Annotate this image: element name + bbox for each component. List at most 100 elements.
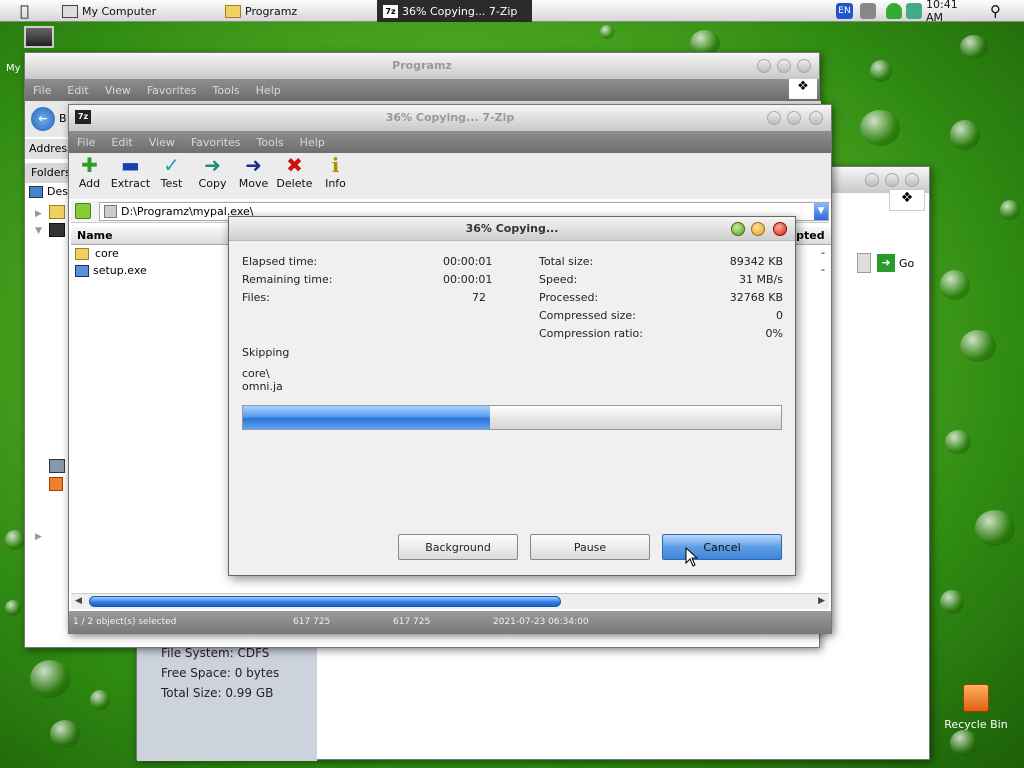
windows-logo-icon: ❖ [789, 79, 817, 99]
info-button[interactable]: i Info [315, 153, 356, 199]
computer-icon [62, 4, 78, 18]
minimize-button[interactable] [757, 59, 771, 73]
check-icon: ✓ [163, 153, 180, 177]
progress-bar [242, 405, 782, 430]
7zip-icon: 7z [383, 4, 398, 18]
elapsed-time-label: Elapsed time: [242, 255, 318, 268]
processed-label: Processed: [539, 291, 599, 304]
window-titlebar: 7z 36% Copying... 7-Zip [69, 105, 831, 131]
taskbar-item-7zip[interactable]: 7z 36% Copying... 7-Zip [377, 0, 532, 22]
menu-view[interactable]: View [97, 84, 139, 97]
window-title: 36% Copying... 7-Zip [385, 111, 515, 124]
desktop-icon-label: My [6, 63, 21, 74]
info-icon: i [331, 153, 340, 177]
scroll-left-icon[interactable]: ◀ [75, 596, 82, 606]
search-icon[interactable]: ⚲ [990, 0, 1008, 22]
compression-ratio-value: 0% [765, 327, 783, 340]
taskbar:  My Computer Programz 7z 36% Copying...… [0, 0, 1024, 24]
status-packed-size: 617 725 [393, 617, 431, 627]
network-icon[interactable] [906, 3, 922, 19]
scroll-right-icon[interactable]: ▶ [818, 596, 825, 606]
total-size-value: 89342 KB [729, 255, 783, 268]
cancel-button[interactable]: Cancel [662, 534, 782, 560]
remaining-time-label: Remaining time: [242, 273, 333, 286]
menu-view[interactable]: View [141, 136, 183, 149]
files-label: Files: [242, 291, 270, 304]
windows-logo-icon: ❖ [889, 189, 925, 211]
menu-favorites[interactable]: Favorites [139, 84, 205, 97]
file-row[interactable]: setup.exe [75, 262, 147, 279]
add-button[interactable]: ✚ Add [69, 153, 110, 199]
tree-expanders[interactable]: ▶ ▼ ▶ [35, 206, 42, 546]
taskbar-item-programz[interactable]: Programz [225, 0, 375, 22]
compression-ratio-label: Compression ratio: [539, 327, 643, 340]
column-header-name[interactable]: Name [71, 227, 231, 245]
background-button[interactable]: Background [398, 534, 518, 560]
folders-pane-label: Folders [25, 163, 71, 183]
menu-edit[interactable]: Edit [59, 84, 96, 97]
address-label: Address [25, 139, 73, 159]
horizontal-scrollbar[interactable]: ◀ ▶ [71, 593, 829, 609]
processed-value: 32768 KB [729, 291, 783, 304]
window-titlebar: Programz [25, 53, 819, 79]
plus-icon: ✚ [81, 153, 98, 177]
scrollbar-thumb[interactable] [89, 596, 561, 607]
minimize-button[interactable] [731, 222, 745, 236]
minimize-button[interactable] [767, 111, 781, 125]
menu-tools[interactable]: Tools [249, 136, 292, 149]
taskbar-item-my-computer[interactable]: My Computer [62, 0, 222, 22]
extract-button[interactable]: ▬ Extract [110, 153, 151, 199]
menu-help[interactable]: Help [292, 136, 333, 149]
close-button[interactable] [905, 173, 919, 187]
menu-file[interactable]: File [69, 136, 103, 149]
copying-dialog: 36% Copying... Elapsed time: 00:00:01 Re… [228, 216, 796, 576]
close-button[interactable] [773, 222, 787, 236]
file-row[interactable]: core [75, 245, 119, 262]
close-button[interactable] [797, 59, 811, 73]
menu-tools[interactable]: Tools [205, 84, 248, 97]
move-button[interactable]: ➜ Move [233, 153, 274, 199]
menu-bar: File Edit View Favorites Tools Help [69, 131, 831, 153]
move-arrow-icon: ➜ [245, 153, 262, 177]
test-button[interactable]: ✓ Test [151, 153, 192, 199]
go-button[interactable]: ➜ Go [877, 253, 927, 273]
folder-icon [75, 247, 89, 260]
files-value: 72 [472, 291, 486, 304]
address-dropdown-button[interactable] [857, 253, 871, 273]
status-bar: 1 / 2 object(s) selected 617 725 617 725… [69, 611, 831, 633]
delete-button[interactable]: ✖ Delete [274, 153, 315, 199]
pause-button[interactable]: Pause [530, 534, 650, 560]
tree-item-desktop[interactable]: Des [29, 185, 68, 198]
menu-help[interactable]: Help [248, 84, 289, 97]
maximize-button[interactable] [777, 59, 791, 73]
mouse-cursor-icon [685, 547, 699, 567]
menu-edit[interactable]: Edit [103, 136, 140, 149]
back-arrow-icon[interactable]: ← [31, 107, 55, 131]
apple-menu-icon[interactable]:  [20, 0, 38, 22]
up-folder-icon[interactable] [75, 203, 91, 219]
desktop-icon-my-computer[interactable] [20, 26, 58, 48]
maximize-button[interactable] [751, 222, 765, 236]
total-size-text: Total Size: 0.99 GB [161, 686, 274, 700]
chevron-down-icon[interactable]: ▼ [814, 203, 828, 220]
keyboard-icon[interactable] [860, 3, 876, 19]
folder-icon [225, 4, 241, 18]
language-indicator[interactable]: EN [836, 3, 853, 19]
remaining-time-value: 00:00:01 [443, 273, 493, 286]
status-modified: 2021-07-23 06:34:00 [493, 617, 589, 627]
minimize-button[interactable] [865, 173, 879, 187]
copy-button[interactable]: ➜ Copy [192, 153, 233, 199]
free-space-text: Free Space: 0 bytes [161, 666, 280, 680]
network-places-icon [49, 459, 65, 473]
maximize-button[interactable] [885, 173, 899, 187]
menu-favorites[interactable]: Favorites [183, 136, 249, 149]
maximize-button[interactable] [787, 111, 801, 125]
menu-file[interactable]: File [25, 84, 59, 97]
close-button[interactable] [809, 111, 823, 125]
dialog-titlebar: 36% Copying... [229, 217, 795, 241]
status-size: 617 725 [293, 617, 331, 627]
security-shield-icon[interactable] [886, 3, 902, 19]
computer-icon [24, 26, 54, 48]
desktop-icon-recycle-bin[interactable]: Recycle Bin [944, 684, 1008, 731]
desktop-icon [29, 185, 43, 198]
